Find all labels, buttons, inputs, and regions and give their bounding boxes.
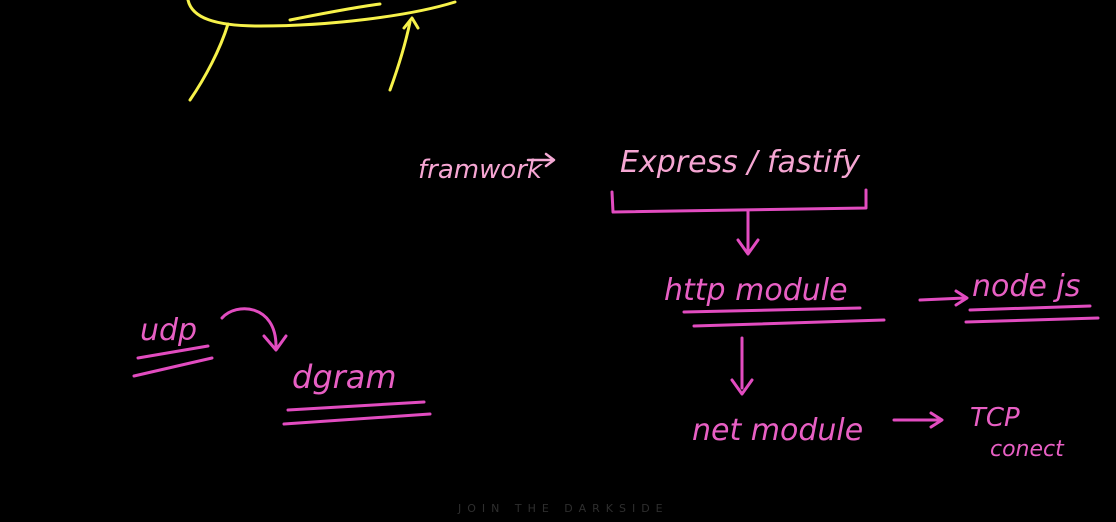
node-js-label: node js <box>972 269 1080 304</box>
arrow-to-node <box>918 296 967 302</box>
node-js-node: node js <box>964 269 1100 324</box>
udp-node: udp <box>132 307 288 378</box>
http-module-node: http module <box>664 273 969 396</box>
http-underline-2 <box>692 318 886 328</box>
net-module-node: net module <box>692 411 944 448</box>
watermark: JOIN THE DARKSIDE <box>457 502 669 515</box>
http-underline-1 <box>682 306 862 314</box>
dgram-node: dgram <box>282 358 432 426</box>
yellow-sketch <box>186 0 457 102</box>
tcp-label: TCP <box>970 403 1020 433</box>
dgram-underline-1 <box>286 400 426 412</box>
frameworks-node: Express / fastify <box>610 145 868 256</box>
whiteboard-canvas: framwork Express / fastify http module n… <box>0 0 1116 522</box>
whiteboard-drawing: framwork Express / fastify http module n… <box>132 0 1100 515</box>
tcp-sub-label: conect <box>990 437 1065 462</box>
udp-underline-2 <box>132 356 214 378</box>
frameworks-brace <box>610 188 868 214</box>
dgram-label: dgram <box>292 358 397 396</box>
node-underline-1 <box>968 304 1092 312</box>
node-underline-2 <box>964 316 1100 324</box>
udp-label: udp <box>140 313 197 348</box>
framework-label: framwork <box>418 155 543 185</box>
frameworks-label: Express / fastify <box>620 145 861 180</box>
http-module-label: http module <box>664 273 848 308</box>
framework-node: framwork <box>418 152 556 185</box>
tcp-node: TCP conect <box>970 403 1065 462</box>
net-module-label: net module <box>692 413 863 448</box>
dgram-underline-2 <box>282 412 432 426</box>
